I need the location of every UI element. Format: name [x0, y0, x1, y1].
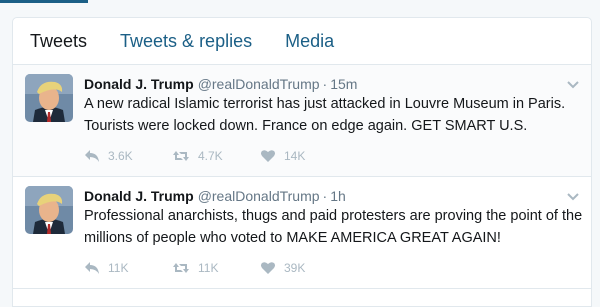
- tweet-text: A new radical Islamic terrorist has just…: [84, 96, 566, 134]
- tab-media[interactable]: Media: [285, 32, 334, 50]
- author-handle[interactable]: @realDonaldTrump: [198, 188, 320, 204]
- reply-icon: [84, 149, 100, 163]
- like-count: 39K: [284, 261, 306, 275]
- tweet-timestamp[interactable]: 15m: [330, 76, 357, 92]
- tweet-header: Donald J. Trump @realDonaldTrump · 15m: [84, 76, 551, 92]
- reply-button[interactable]: 11K: [84, 261, 172, 275]
- reply-icon: [84, 261, 100, 275]
- reply-count: 3.6K: [108, 149, 133, 163]
- tab-tweets[interactable]: Tweets: [30, 32, 87, 50]
- reply-count: 11K: [108, 261, 129, 275]
- retweet-count: 4.7K: [198, 149, 223, 163]
- like-button[interactable]: 39K: [260, 261, 305, 275]
- chevron-down-icon[interactable]: [567, 76, 579, 89]
- heart-icon: [260, 261, 276, 275]
- tweet-timestamp[interactable]: 1h: [330, 188, 346, 204]
- author-handle[interactable]: @realDonaldTrump: [198, 76, 320, 92]
- retweet-icon: [172, 149, 190, 163]
- like-count: 14K: [284, 149, 306, 163]
- tweet-text: Professional anarchists, thugs and paid …: [84, 208, 583, 246]
- retweet-button[interactable]: 4.7K: [172, 149, 260, 163]
- active-tab-indicator: [0, 0, 88, 3]
- reply-button[interactable]: 3.6K: [84, 149, 172, 163]
- tweet-header: Donald J. Trump @realDonaldTrump · 1h: [84, 188, 551, 204]
- author-name[interactable]: Donald J. Trump: [84, 76, 194, 92]
- tweet-actions: 3.6K 4.7K 14K: [84, 149, 305, 163]
- header-separator: ·: [322, 188, 328, 204]
- retweet-button[interactable]: 11K: [172, 261, 260, 275]
- author-name[interactable]: Donald J. Trump: [84, 188, 194, 204]
- heart-icon: [260, 149, 276, 163]
- avatar[interactable]: [25, 74, 73, 122]
- avatar[interactable]: [25, 186, 73, 234]
- header-separator: ·: [322, 76, 328, 92]
- profile-timeline: Tweets Tweets & replies Media Donald J. …: [12, 17, 592, 307]
- retweet-count: 11K: [198, 261, 219, 275]
- retweet-icon: [172, 261, 190, 275]
- tab-tweets-and-replies[interactable]: Tweets & replies: [120, 32, 252, 50]
- like-button[interactable]: 14K: [260, 149, 305, 163]
- timeline-tabs: Tweets Tweets & replies Media: [13, 18, 591, 65]
- chevron-down-icon[interactable]: [567, 188, 579, 201]
- tweet[interactable]: Donald J. Trump @realDonaldTrump · 1h Profe…: [13, 177, 591, 289]
- tweet[interactable]: Donald J. Trump @realDonaldTrump · 15m A ne…: [13, 65, 591, 177]
- tweet-actions: 11K 11K 39K: [84, 261, 305, 275]
